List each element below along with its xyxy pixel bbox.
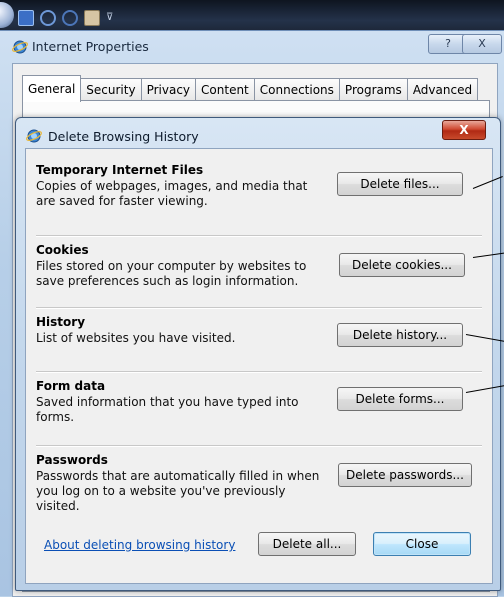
delete-cookies-button[interactable]: Delete cookies...: [339, 253, 465, 277]
dialog-titlebar: Delete Browsing History: [26, 125, 199, 147]
redo-icon[interactable]: [62, 10, 78, 26]
section-description: Files stored on your computer by website…: [36, 259, 307, 288]
section-info: Cookies Files stored on your computer by…: [36, 243, 326, 289]
delete-files-button[interactable]: Delete files...: [337, 172, 463, 196]
dialog-title: Delete Browsing History: [48, 128, 199, 144]
dialog-body: Temporary Internet Files Copies of webpa…: [25, 148, 493, 584]
section-passwords: Passwords Passwords that are automatical…: [36, 453, 482, 519]
delete-history-button[interactable]: Delete history...: [337, 323, 463, 347]
quick-access-toolbar: ⊽: [18, 10, 116, 26]
section-info: Form data Saved information that you hav…: [36, 379, 306, 425]
section-info: Passwords Passwords that are automatical…: [36, 453, 326, 514]
section-info: Temporary Internet Files Copies of webpa…: [36, 163, 326, 209]
internet-properties-title: Internet Properties: [32, 39, 149, 54]
customize-dropdown-icon[interactable]: ⊽: [106, 13, 116, 23]
tab-general[interactable]: General: [22, 75, 82, 102]
format-icon[interactable]: [84, 10, 100, 26]
internet-explorer-icon: [26, 129, 42, 143]
section-heading: Form data: [36, 379, 106, 393]
delete-browsing-history-dialog: Delete Browsing History X Temporary Inte…: [15, 117, 501, 591]
section-form-data: Form data Saved information that you hav…: [36, 379, 482, 439]
section-heading: Cookies: [36, 243, 89, 257]
section-description: List of websites you have visited.: [36, 331, 236, 345]
about-deleting-history-link[interactable]: About deleting browsing history: [44, 538, 235, 552]
undo-icon[interactable]: [40, 10, 56, 26]
internet-explorer-icon: [12, 40, 28, 54]
section-heading: Temporary Internet Files: [36, 163, 204, 177]
close-button[interactable]: Close: [373, 532, 471, 556]
internet-properties-titlebar: Internet Properties ? X: [0, 31, 504, 61]
divider: [36, 371, 482, 373]
office-orb-icon[interactable]: [0, 2, 14, 28]
section-heading: History: [36, 315, 86, 329]
tab-privacy[interactable]: Privacy: [140, 78, 197, 101]
tab-content[interactable]: Content: [195, 78, 255, 101]
tab-connections[interactable]: Connections: [253, 78, 340, 101]
tab-advanced[interactable]: Advanced: [406, 78, 479, 101]
section-description: Passwords that are automatically filled …: [36, 469, 320, 513]
divider: [36, 445, 482, 447]
section-cookies: Cookies Files stored on your computer by…: [36, 243, 482, 303]
divider: [36, 235, 482, 237]
section-description: Copies of webpages, images, and media th…: [36, 179, 308, 208]
save-icon[interactable]: [18, 10, 34, 26]
dialog-close-icon[interactable]: X: [442, 120, 486, 140]
delete-all-button[interactable]: Delete all...: [258, 532, 356, 556]
delete-forms-button[interactable]: Delete forms...: [337, 387, 463, 411]
section-heading: Passwords: [36, 453, 108, 467]
window-close-button[interactable]: X: [462, 34, 502, 54]
tab-programs[interactable]: Programs: [338, 78, 408, 101]
tab-security[interactable]: Security: [80, 78, 142, 101]
delete-passwords-button[interactable]: Delete passwords...: [338, 463, 472, 487]
section-info: History List of websites you have visite…: [36, 315, 326, 346]
divider: [36, 307, 482, 309]
app-titlebar: ⊽: [0, 0, 504, 34]
section-temporary-internet-files: Temporary Internet Files Copies of webpa…: [36, 163, 482, 223]
section-history: History List of websites you have visite…: [36, 315, 482, 365]
section-description: Saved information that you have typed in…: [36, 395, 299, 424]
tab-strip: General Security Privacy Content Connect…: [22, 75, 479, 102]
